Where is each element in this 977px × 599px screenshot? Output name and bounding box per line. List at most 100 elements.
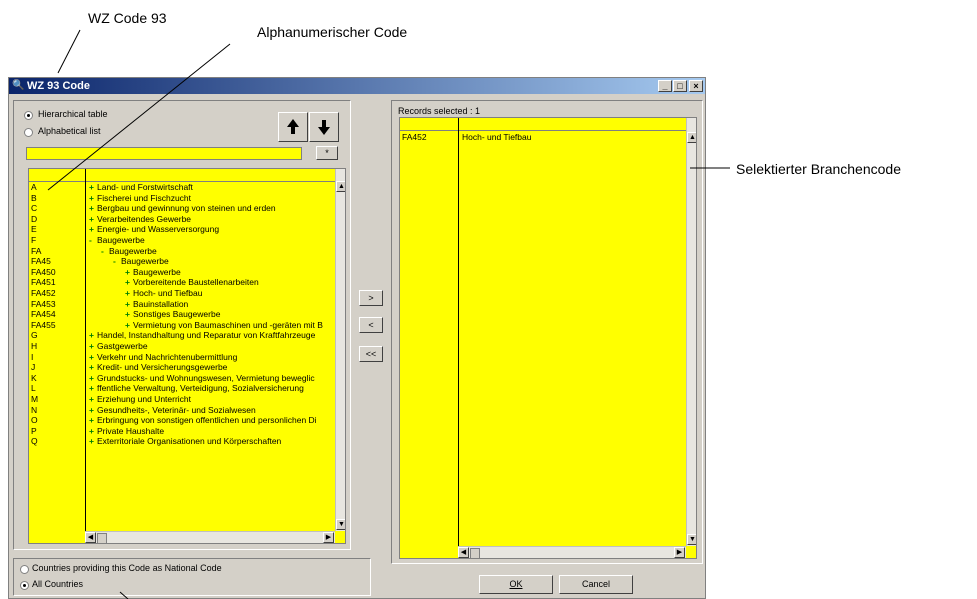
expand-icon[interactable]: + [89, 214, 94, 225]
table-row[interactable]: D + Verarbeitendes Gewerbe [29, 214, 335, 225]
table-row[interactable]: M + Erziehung und Unterricht [29, 394, 335, 405]
records-vertical-scrollbar[interactable]: ▲ ▼ [686, 118, 696, 546]
tree-text: Hoch- und Tiefbau [133, 288, 203, 298]
records-header [400, 118, 686, 131]
expand-icon[interactable]: + [125, 320, 130, 331]
selected-records-list[interactable]: FA452 Hoch- und Tiefbau ▲ ▼ ◀ ▶ [399, 117, 697, 559]
clear-search-button[interactable]: * [316, 146, 338, 160]
collapse-icon[interactable]: - [113, 256, 116, 267]
table-row[interactable]: L + ffentliche Verwaltung, Verteidigung, S… [29, 383, 335, 394]
move-down-icon [318, 120, 330, 135]
expand-icon[interactable]: + [125, 267, 130, 278]
move-up-button[interactable] [278, 112, 308, 142]
table-row[interactable]: K + Grundstucks- und Wohnungswesen, Vermie… [29, 373, 335, 384]
table-row[interactable]: B + Fischerei und Fischzucht [29, 193, 335, 204]
table-row[interactable]: H + Gastgewerbe [29, 341, 335, 352]
scroll-left-arrow-icon[interactable]: ◀ [85, 532, 96, 543]
collapse-icon[interactable]: - [101, 246, 104, 257]
scroll-thumb[interactable] [97, 533, 107, 543]
scroll-down-arrow-icon[interactable]: ▼ [336, 519, 345, 530]
title-bar[interactable]: 🔍 WZ 93 Code _ □ × [9, 78, 705, 94]
expand-icon[interactable]: + [89, 383, 94, 394]
table-row[interactable]: G + Handel, Instandhaltung und Reparatur v… [29, 330, 335, 341]
all-countries-radio[interactable] [20, 581, 29, 590]
tree-horizontal-scrollbar[interactable]: ◀ ▶ [85, 531, 335, 543]
table-row[interactable]: FA - Baugewerbe [29, 246, 335, 257]
table-row[interactable]: N + Gesundheits-, Veterinär- und Sozialwes… [29, 405, 335, 416]
remove-all-button[interactable]: << [359, 346, 383, 362]
cancel-button[interactable]: Cancel [559, 575, 633, 594]
annotation-alphanumeric-code: Alphanumerischer Code [257, 24, 408, 40]
national-code-radio[interactable] [20, 565, 29, 574]
expand-icon[interactable]: + [125, 299, 130, 310]
expand-icon[interactable]: + [89, 341, 94, 352]
table-row[interactable]: FA451 + Vorbereitende Baustellenarbeiten [29, 277, 335, 288]
expand-icon[interactable]: + [89, 405, 94, 416]
records-scroll-right-arrow-icon[interactable]: ▶ [674, 547, 685, 558]
scroll-up-arrow-icon[interactable]: ▲ [336, 181, 345, 192]
table-row[interactable]: FA45 - Baugewerbe [29, 256, 335, 267]
all-countries-label: All Countries [32, 579, 84, 589]
tree-code: FA45 [31, 256, 51, 267]
expand-icon[interactable]: + [89, 193, 94, 204]
hierarchical-radio[interactable] [24, 111, 33, 120]
remove-button[interactable]: < [359, 317, 383, 333]
minimize-button[interactable]: _ [658, 80, 672, 92]
tree-text: Verkehr und Nachrichtenubermittlung [97, 351, 238, 362]
table-row[interactable]: A + Land- und Forstwirtschaft [29, 182, 335, 193]
table-row[interactable]: Q + Exterritoriale Organisationen und Körp… [29, 436, 335, 447]
table-row[interactable]: C + Bergbau und gewinnung von steinen und … [29, 203, 335, 214]
search-input[interactable] [26, 147, 302, 160]
expand-icon[interactable]: + [89, 352, 94, 363]
table-row[interactable]: P + Private Haushalte [29, 426, 335, 437]
table-row[interactable]: E + Energie- und Wasserversorgung [29, 224, 335, 235]
table-row[interactable]: FA450 + Baugewerbe [29, 267, 335, 278]
table-row[interactable]: I + Verkehr und Nachrichtenubermittlung [29, 352, 335, 363]
tree-text: Verarbeitendes Gewerbe [97, 213, 192, 224]
records-scroll-up-arrow-icon[interactable]: ▲ [687, 132, 696, 143]
move-down-button[interactable] [309, 112, 339, 142]
table-row[interactable]: FA453 + Bauinstallation [29, 299, 335, 310]
records-scroll-left-arrow-icon[interactable]: ◀ [458, 547, 469, 558]
expand-icon[interactable]: + [89, 330, 94, 341]
tree-code: FA450 [31, 266, 56, 277]
code-tree-list[interactable]: A + Land- und Forstwirtschaft B + Fischerei u… [28, 168, 346, 544]
ok-button[interactable]: OK [479, 575, 553, 594]
expand-icon[interactable]: + [89, 394, 94, 405]
expand-icon[interactable]: + [89, 415, 94, 426]
tree-text: Sonstiges Baugewerbe [133, 309, 221, 320]
collapse-icon[interactable]: - [89, 235, 92, 246]
expand-icon[interactable]: + [89, 182, 94, 193]
expand-icon[interactable]: + [89, 373, 94, 384]
expand-icon[interactable]: + [89, 362, 94, 373]
table-row[interactable]: O + Erbringung von sonstigen offentlichen … [29, 415, 335, 426]
tree-header [29, 169, 335, 182]
close-button[interactable]: × [689, 80, 703, 92]
maximize-button[interactable]: □ [673, 80, 687, 92]
table-row[interactable]: FA454 + Sonstiges Baugewerbe [29, 309, 335, 320]
table-row[interactable]: FA452 + Hoch- und Tiefbau [29, 288, 335, 299]
records-horizontal-scrollbar[interactable]: ◀ ▶ [458, 546, 686, 558]
alphabetical-radio[interactable] [24, 128, 33, 137]
expand-icon[interactable]: + [125, 309, 130, 320]
expand-icon[interactable]: + [89, 203, 94, 214]
table-row[interactable]: F - Baugewerbe [29, 235, 335, 246]
table-row[interactable]: J + Kredit- und Versicherungsgewerbe [29, 362, 335, 373]
tree-code: L [31, 383, 36, 394]
list-item[interactable]: FA452 Hoch- und Tiefbau [400, 132, 686, 143]
tree-code: FA455 [31, 319, 56, 330]
expand-icon[interactable]: + [89, 224, 94, 235]
tree-vertical-scrollbar[interactable]: ▲ ▼ [335, 169, 345, 531]
cancel-label: Cancel [581, 579, 610, 589]
records-scroll-down-arrow-icon[interactable]: ▼ [687, 534, 696, 545]
tree-code: FA [31, 245, 42, 256]
add-button[interactable]: > [359, 290, 383, 306]
expand-icon[interactable]: + [89, 426, 94, 437]
table-row[interactable]: FA455 + Vermietung von Baumaschinen und -g… [29, 320, 335, 331]
scroll-right-arrow-icon[interactable]: ▶ [323, 532, 334, 543]
expand-icon[interactable]: + [89, 436, 94, 447]
expand-icon[interactable]: + [125, 277, 130, 288]
ok-label: OK [509, 579, 523, 589]
records-scroll-thumb[interactable] [470, 548, 480, 558]
expand-icon[interactable]: + [125, 288, 130, 299]
